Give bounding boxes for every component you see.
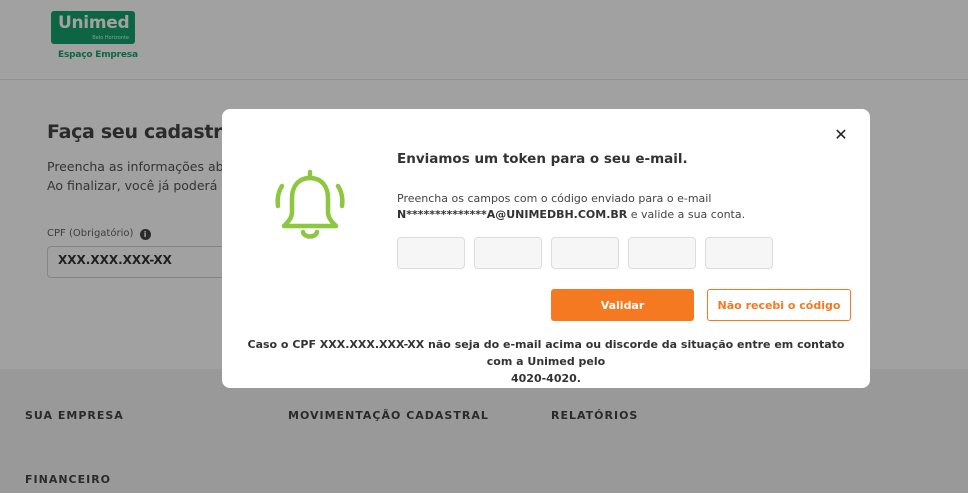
token-input-3[interactable] [551,237,619,269]
modal-title: Enviamos um token para o seu e-mail. [397,151,688,167]
token-modal: ✕ Enviamos um token para o seu e-mail. P… [222,109,870,388]
notice-text-2: não seja do e-mail acima ou discorde da … [424,338,845,368]
token-input-5[interactable] [705,237,773,269]
validate-button[interactable]: Validar [551,289,694,321]
bell-icon [275,169,345,239]
token-input-2[interactable] [474,237,542,269]
masked-email: N**************A@UNIMEDBH.COM.BR [397,208,628,221]
close-icon[interactable]: ✕ [833,127,849,143]
contact-notice-line-1: Caso o CPF XXX.XXX.XXX-XX não seja do e-… [242,336,850,370]
resend-code-button[interactable]: Não recebi o código [707,289,851,321]
contact-phone: 4020-4020. [511,372,581,385]
instructions-suffix: e valide a sua conta. [627,208,746,221]
notice-text-1: Caso o CPF [247,338,320,351]
modal-instructions: Preencha os campos com o código enviado … [397,191,745,223]
notice-cpf: XXX.XXX.XXX-XX [319,338,425,351]
instructions-line-1: Preencha os campos com o código enviado … [397,192,712,205]
token-input-4[interactable] [628,237,696,269]
contact-notice: Caso o CPF XXX.XXX.XXX-XX não seja do e-… [242,336,850,387]
instructions-line-2: N**************A@UNIMEDBH.COM.BR e valid… [397,207,745,223]
token-input-1[interactable] [397,237,465,269]
